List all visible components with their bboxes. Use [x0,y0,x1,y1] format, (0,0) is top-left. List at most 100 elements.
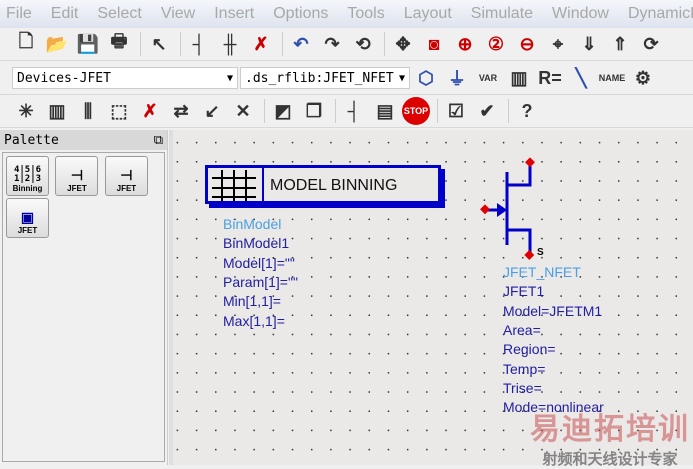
settings-icon: ⚙ [634,67,652,88]
delete-wire-button[interactable]: ✕ [229,97,257,125]
chevron-down-icon: ▼ [226,72,233,84]
menu-insert[interactable]: Insert [214,5,254,23]
port-icon: ⬡ [418,67,434,88]
zoom-out-2-button[interactable]: ⊖ [513,30,541,58]
port-button[interactable]: ⬡ [412,64,440,92]
menu-edit[interactable]: Edit [51,5,79,23]
var-button[interactable]: VAR [474,64,502,92]
center-button[interactable]: ⌖ [544,30,572,58]
toolbar-separator [437,99,438,123]
save-button[interactable]: 💾 [74,30,102,58]
simulate-icon: ✳ [18,100,34,121]
zoom-area-button[interactable]: ◙ [420,30,448,58]
open-folder-button[interactable]: 📂 [43,30,71,58]
jfet-model-icon: ▣ [20,209,35,225]
component-select-button[interactable]: ⬚ [105,97,133,125]
menu-dynamiclink[interactable]: DynamicLink [628,5,693,23]
design-check-button[interactable]: ✔ [473,97,501,125]
menu-tools[interactable]: Tools [347,5,384,23]
check-button[interactable]: ☑ [442,97,470,125]
zoom-in-button[interactable]: ⊕ [451,30,479,58]
menu-options[interactable]: Options [273,5,328,23]
stop-button[interactable]: STOP [402,97,430,125]
delete-wire-icon: ✕ [235,100,251,121]
repeat-button[interactable]: ⟲ [349,30,377,58]
jfet-param[interactable]: Region= [503,340,556,359]
origin-button[interactable]: ↙ [198,97,226,125]
binning-param[interactable]: Max[1,1]= [223,312,285,331]
library-icon: ▥ [510,67,528,88]
pop-out-hierarchy-button[interactable]: ⇑ [606,30,634,58]
palette-item-jfet-n[interactable]: ⊣ JFET [55,156,99,196]
move-button[interactable]: ✥ [389,30,417,58]
help-icon: ? [521,100,533,121]
library-select[interactable]: Devices-JFET ▼ [12,67,238,89]
schematic-canvas[interactable]: MODEL BINNING BinModel BinModel1 Model[1]=… [173,130,693,468]
component-select-icon: ⬚ [110,100,128,121]
push-into-hierarchy-button[interactable]: ⇓ [575,30,603,58]
copy-button[interactable]: ❐ [300,97,328,125]
palette-item-label: Binning [12,184,43,193]
component-select[interactable]: .ds_rflib:JFET_NFET ▼ [240,67,410,89]
stop-icon: STOP [403,106,429,116]
restore-window-icon[interactable]: ⧉ [154,133,163,148]
jfet-param[interactable]: Model=JFETM1 [503,302,602,321]
palette-item-binning[interactable]: 4|5|6 1|2|3 Binning [6,156,49,196]
help-button[interactable]: ? [513,97,541,125]
palette-item-jfet-p[interactable]: ⊣ JFET [104,156,148,196]
document-button[interactable]: ▤ [371,97,399,125]
palette-panel: Palette ⧉ 4|5|6 1|2|3 Binning ⊣ JFET ⊣ JFET … [0,130,168,465]
settings-button[interactable]: ⚙ [629,64,657,92]
palette-item-jfet-model[interactable]: ▣ JFET [6,198,49,238]
toolbar-separator [180,32,181,56]
print-icon: 🖶 [110,31,128,51]
layout-generate-button[interactable]: ◩ [269,97,297,125]
rotate-button[interactable]: ⟳ [637,30,665,58]
model-binning-component[interactable]: MODEL BINNING [205,165,441,204]
select-pointer-button[interactable]: ↖ [145,30,173,58]
insert-wire-button[interactable]: ┤ [185,30,213,58]
jfet-param[interactable]: JFET_NFET [503,263,581,282]
component-pins-icon: ▥ [48,100,66,121]
menu-select[interactable]: Select [97,5,141,23]
undo-button[interactable]: ↶ [287,30,315,58]
redo-button[interactable]: ↷ [318,30,346,58]
component-toolbar: Devices-JFET ▼ .ds_rflib:JFET_NFET ▼ ⬡ ⏚ VAR… [0,62,693,95]
pin-button[interactable]: ┤ [340,97,368,125]
design-check-icon: ✔ [479,100,495,121]
jfet-param[interactable]: Trise= [503,379,542,398]
display-template-button[interactable]: R= [536,64,564,92]
menu-file[interactable]: File [6,5,32,23]
jfet-param[interactable]: Temp= [503,360,545,379]
wire-label-name-button[interactable]: NAME [598,64,626,92]
menu-simulate[interactable]: Simulate [471,5,533,23]
print-button[interactable]: 🖶 [105,30,133,58]
menu-bar: File Edit Select View Insert Options Tools Layo… [0,0,693,28]
simulate-button[interactable]: ✳ [12,97,40,125]
insert-pin-button[interactable]: ╫ [216,30,244,58]
binning-param[interactable]: Model[1]="" [223,254,295,273]
delete-button[interactable]: ✗ [247,30,275,58]
deactivate-button[interactable]: ✗ [136,97,164,125]
binning-param[interactable]: Min[1,1]= [223,292,281,311]
zoom-in-2-button[interactable]: ② [482,30,510,58]
library-value: Devices-JFET [17,70,111,86]
menu-view[interactable]: View [161,5,195,23]
component-button[interactable]: ⫼ [74,97,102,125]
repeat-icon: ⟲ [355,33,371,54]
wire-button[interactable]: ╲ [567,64,595,92]
rotate-icon: ⟳ [643,33,659,54]
swap-button[interactable]: ⇄ [167,97,195,125]
binning-param[interactable]: Param[1]="" [223,273,298,292]
jfet-param[interactable]: Area= [503,321,541,340]
menu-window[interactable]: Window [552,5,609,23]
ground-button[interactable]: ⏚ [443,64,471,92]
jfet-param[interactable]: JFET1 [503,282,544,301]
binning-param[interactable]: BinModel1 [223,234,289,253]
component-pins-button[interactable]: ▥ [43,97,71,125]
library-button[interactable]: ▥ [505,64,533,92]
menu-layout[interactable]: Layout [404,5,452,23]
source-pin-label: S [537,247,544,258]
new-file-button[interactable]: 🗋 [12,30,40,58]
binning-param[interactable]: BinModel [223,215,281,234]
